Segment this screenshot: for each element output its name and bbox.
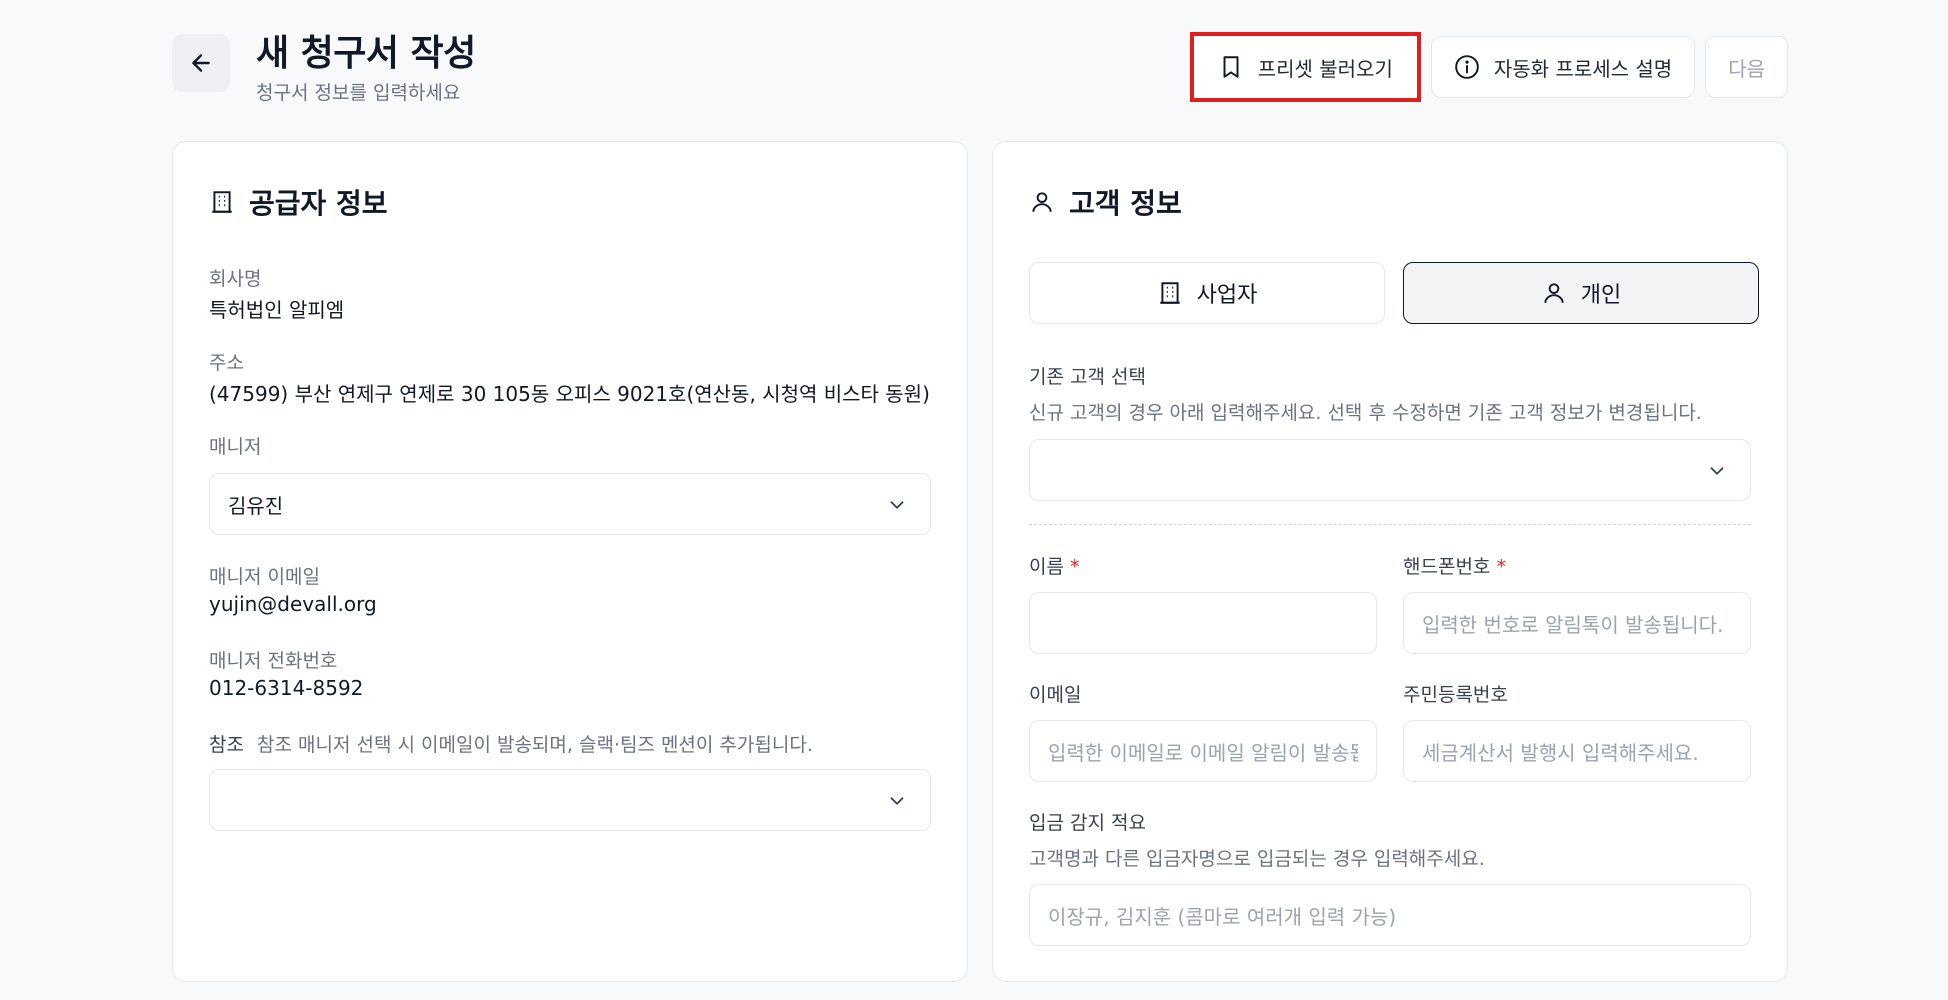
email-input[interactable]: 입력한 이메일로 이메일 알림이 발송됩니다. — [1029, 720, 1377, 782]
deposit-hint: 고객명과 다른 입금자명으로 입금되는 경우 입력해주세요. — [1029, 848, 1485, 870]
email-placeholder: 입력한 이메일로 이메일 알림이 발송됩니다. — [1048, 740, 1358, 765]
manager-phone-value: 012-6314-8592 — [209, 676, 364, 700]
divider — [1029, 524, 1751, 525]
bookmark-icon — [1223, 56, 1239, 78]
cc-hint: 참조 매니저 선택 시 이메일이 발송되며, 슬랙·팀즈 멘션이 추가됩니다. — [257, 734, 813, 756]
customer-card-title: 고객 정보 — [1029, 182, 1182, 222]
page-title: 새 청구서 작성 — [256, 33, 476, 74]
top-actions: 프리셋 불러오기 자동화 프로세스 설명 다음 — [1189, 32, 1788, 102]
load-preset-button[interactable]: 프리셋 불러오기 — [1189, 32, 1421, 102]
phone-label: 핸드폰번호 * — [1403, 556, 1506, 578]
automation-info-label: 자동화 프로세스 설명 — [1493, 56, 1673, 81]
company-label: 회사명 — [209, 268, 262, 290]
user-icon — [1032, 192, 1052, 212]
automation-info-button[interactable]: 자동화 프로세스 설명 — [1430, 36, 1696, 98]
customer-type-individual[interactable]: 개인 — [1403, 262, 1759, 324]
chevron-down-icon — [890, 501, 904, 509]
building-icon — [212, 191, 232, 213]
manager-email-label: 매니저 이메일 — [209, 566, 320, 588]
supplier-card: 공급자 정보 회사명 특허법인 알피엠 주소 (47599) 부산 연제구 연제… — [172, 141, 968, 982]
deposit-label: 입금 감지 적요 — [1029, 812, 1146, 834]
manager-email-value: yujin@devall.org — [209, 592, 377, 616]
rrn-label: 주민등록번호 — [1403, 684, 1508, 706]
user-icon — [1544, 283, 1564, 303]
building-icon — [1159, 282, 1180, 304]
address-label: 주소 — [209, 352, 244, 374]
manager-phone-label: 매니저 전화번호 — [209, 650, 338, 672]
page-subtitle: 청구서 정보를 입력하세요 — [256, 82, 461, 104]
manager-select-value: 김유진 — [228, 493, 284, 518]
cc-select[interactable] — [209, 769, 931, 831]
customer-title-text: 고객 정보 — [1069, 187, 1182, 220]
supplier-title-text: 공급자 정보 — [249, 187, 388, 220]
info-icon — [1455, 55, 1479, 79]
back-button[interactable] — [172, 34, 230, 92]
email-label: 이메일 — [1029, 684, 1082, 706]
name-input[interactable] — [1029, 592, 1377, 654]
individual-label: 개인 — [1580, 283, 1622, 308]
rrn-placeholder: 세금계산서 발행시 입력해주세요. — [1422, 740, 1699, 765]
chevron-down-icon — [1710, 467, 1724, 475]
business-label: 사업자 — [1196, 283, 1258, 308]
arrow-left-icon — [192, 54, 210, 72]
page-header: 새 청구서 작성 청구서 정보를 입력하세요 프리셋 불러오기 자동화 프로세스… — [172, 24, 1788, 104]
customer-card: 고객 정보 사업자 개인 기존 고객 선택 신규 고객의 경우 아래 입력해주세… — [992, 141, 1788, 982]
rrn-input[interactable]: 세금계산서 발행시 입력해주세요. — [1403, 720, 1751, 782]
next-button[interactable]: 다음 — [1705, 36, 1788, 98]
name-label: 이름 * — [1029, 556, 1080, 578]
existing-customer-hint: 신규 고객의 경우 아래 입력해주세요. 선택 후 수정하면 기존 고객 정보가… — [1029, 402, 1702, 424]
next-label: 다음 — [1728, 56, 1765, 81]
deposit-placeholder: 이장규, 김지훈 (콤마로 여러개 입력 가능) — [1048, 904, 1397, 929]
deposit-input[interactable]: 이장규, 김지훈 (콤마로 여러개 입력 가능) — [1029, 884, 1751, 946]
customer-type-business[interactable]: 사업자 — [1029, 262, 1385, 324]
cc-label: 참조 — [209, 734, 244, 756]
phone-placeholder: 입력한 번호로 알림톡이 발송됩니다. — [1422, 612, 1724, 637]
manager-label: 매니저 — [209, 436, 262, 458]
company-value: 특허법인 알피엠 — [209, 298, 345, 322]
existing-customer-select[interactable] — [1029, 439, 1751, 501]
supplier-card-title: 공급자 정보 — [209, 182, 388, 222]
phone-input[interactable]: 입력한 번호로 알림톡이 발송됩니다. — [1403, 592, 1751, 654]
chevron-down-icon — [890, 797, 904, 805]
address-value: (47599) 부산 연제구 연제로 30 105동 오피스 9021호(연산동… — [209, 382, 930, 406]
load-preset-label: 프리셋 불러오기 — [1257, 56, 1393, 81]
existing-customer-label: 기존 고객 선택 — [1029, 366, 1146, 388]
manager-select[interactable]: 김유진 — [209, 473, 931, 535]
